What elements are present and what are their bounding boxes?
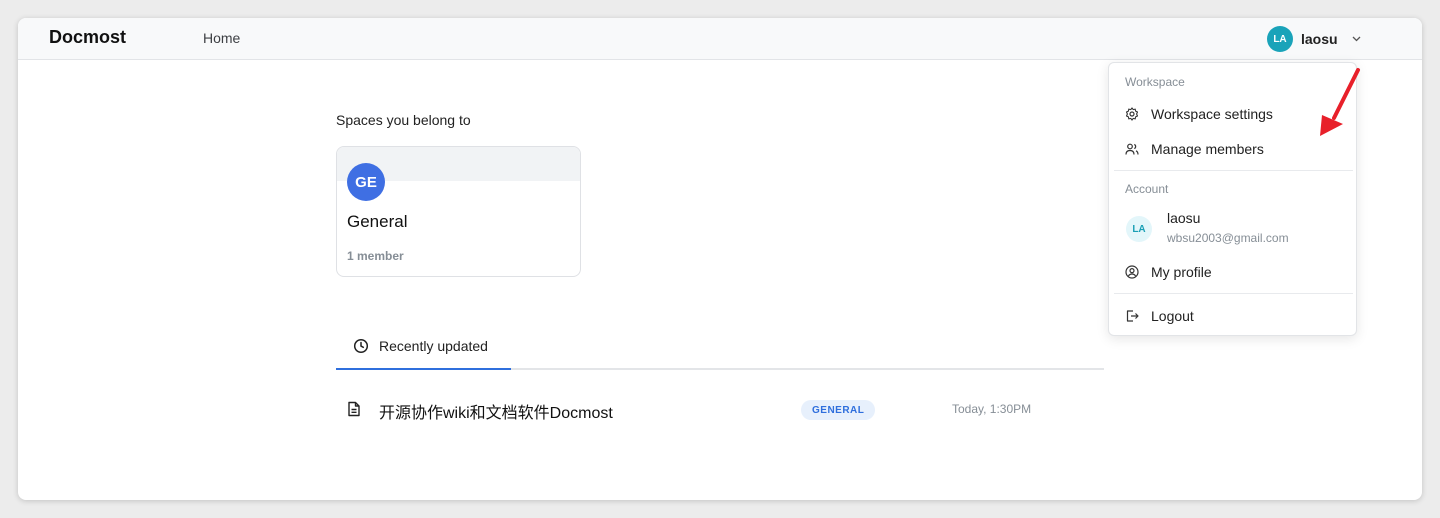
account-section-label: Account	[1125, 182, 1169, 196]
tabs-bar: Recently updated	[336, 323, 1104, 370]
divider	[1114, 293, 1353, 294]
clock-icon	[353, 338, 369, 354]
space-avatar: GE	[347, 163, 385, 201]
menu-item-label: Logout	[1151, 308, 1194, 324]
users-icon	[1125, 142, 1139, 156]
logout-item[interactable]: Logout	[1114, 300, 1353, 332]
space-name: General	[347, 212, 408, 231]
tab-recently-updated[interactable]: Recently updated	[336, 323, 511, 370]
user-circle-icon	[1125, 265, 1139, 279]
user-menu-button[interactable]: LA laosu	[1267, 25, 1361, 53]
avatar: LA	[1126, 216, 1152, 242]
chevron-down-icon	[1352, 36, 1361, 42]
gear-icon	[1125, 107, 1139, 121]
app-window: Docmost Home LA laosu Spaces you belong …	[18, 18, 1422, 500]
app-logo[interactable]: Docmost	[49, 27, 126, 48]
user-name: laosu	[1301, 31, 1338, 47]
menu-item-label: Manage members	[1151, 141, 1264, 157]
my-profile-item[interactable]: My profile	[1114, 256, 1353, 288]
divider	[1114, 170, 1353, 171]
updated-time: Today, 1:30PM	[952, 402, 1032, 416]
annotation-arrow-icon	[1320, 68, 1360, 136]
nav-home-link[interactable]: Home	[203, 30, 240, 46]
tab-label: Recently updated	[379, 337, 488, 354]
section-title: Spaces you belong to	[336, 112, 471, 128]
workspace-section-label: Workspace	[1125, 75, 1185, 89]
space-member-count: 1 member	[347, 249, 404, 263]
document-icon	[347, 401, 361, 417]
recent-page-row[interactable]: 开源协作wiki和文档软件Docmost GENERAL Today, 1:30…	[336, 388, 1104, 428]
account-user-name: laosu	[1167, 210, 1201, 226]
account-user-email: wbsu2003@gmail.com	[1167, 231, 1289, 245]
space-card[interactable]: GE General 1 member	[336, 146, 581, 277]
top-navbar: Docmost Home LA laosu	[18, 18, 1422, 60]
space-badge: GENERAL	[801, 400, 876, 420]
avatar: LA	[1267, 26, 1293, 52]
page-title: 开源协作wiki和文档软件Docmost	[379, 405, 613, 422]
menu-item-label: My profile	[1151, 264, 1212, 280]
logout-icon	[1125, 309, 1139, 323]
account-user-item[interactable]: LA laosu wbsu2003@gmail.com	[1114, 206, 1353, 250]
menu-item-label: Workspace settings	[1151, 106, 1273, 122]
